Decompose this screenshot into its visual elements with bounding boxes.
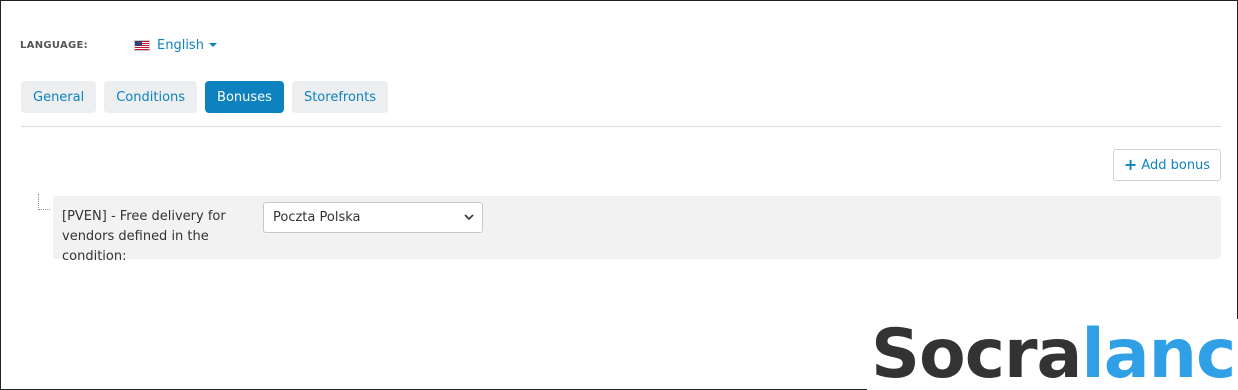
tree-connector (38, 194, 50, 210)
bonus-item: [PVEN] - Free delivery for vendors defin… (53, 196, 1221, 264)
us-flag-icon (134, 39, 150, 51)
tab-general[interactable]: General (21, 81, 97, 113)
bonus-description: [PVEN] - Free delivery for vendors defin… (62, 209, 226, 264)
socralance-watermark: Socralance (867, 319, 1238, 390)
shipping-method-value: Poczta Polska (273, 210, 361, 225)
chevron-down-icon (464, 214, 474, 221)
tab-storefronts[interactable]: Storefronts (291, 81, 389, 113)
shipping-method-select[interactable]: Poczta Polska (263, 202, 483, 233)
language-dropdown[interactable]: English (134, 38, 217, 53)
language-row: LANGUAGE: English (20, 34, 217, 56)
language-label: LANGUAGE: (20, 39, 88, 51)
add-bonus-label: Add bonus (1141, 157, 1211, 173)
tab-conditions[interactable]: Conditions (104, 81, 198, 113)
tab-bar: General Conditions Bonuses Storefronts (21, 81, 396, 113)
tab-bonuses[interactable]: Bonuses (205, 81, 284, 113)
watermark-part-1: Socra (871, 315, 1082, 390)
plus-icon: + (1123, 155, 1138, 174)
watermark-part-2: lance (1081, 315, 1238, 390)
caret-down-icon (208, 43, 217, 47)
language-value: English (157, 37, 204, 53)
add-bonus-button[interactable]: + Add bonus (1113, 149, 1221, 181)
tabs-divider (21, 126, 1221, 127)
